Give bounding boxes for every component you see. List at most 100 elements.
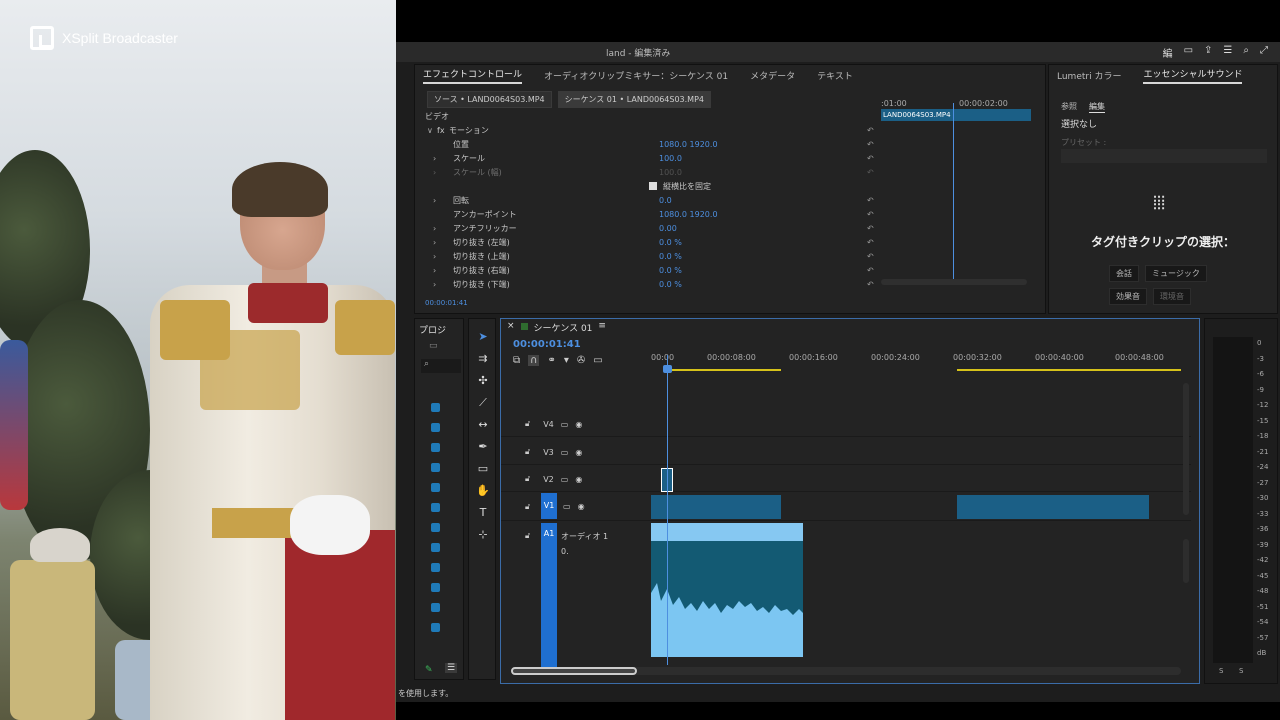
track-select-icon[interactable]: ⇉ [475, 351, 491, 367]
tab-metadata[interactable]: メタデータ [750, 69, 795, 82]
tab-lumetri-color[interactable]: Lumetri カラー [1057, 69, 1121, 82]
menu-icon[interactable]: ≡ [598, 321, 606, 334]
project-item-icon[interactable] [431, 403, 440, 412]
rectangle-tool-icon[interactable]: ▭ [475, 461, 491, 477]
project-item-icon[interactable] [431, 563, 440, 572]
reset-icon[interactable]: ↶ [867, 196, 874, 205]
pencil-icon[interactable]: ✎ [425, 665, 433, 675]
share-icon[interactable]: ⇪ [1204, 45, 1212, 60]
tab-text[interactable]: テキスト [817, 69, 853, 82]
chevron-right-icon[interactable]: › [433, 280, 436, 289]
search-icon[interactable]: ⌕ [1243, 45, 1249, 60]
selection-tool-icon[interactable]: ➤ [475, 329, 491, 345]
ambience-chip[interactable]: 環境音 [1153, 288, 1191, 305]
project-tab[interactable]: プロジ [419, 323, 446, 336]
solo-right[interactable]: S [1239, 667, 1243, 675]
snap-icon[interactable]: ∩ [528, 355, 540, 366]
project-search-input[interactable]: ⌕ [421, 359, 461, 373]
project-item-icon[interactable] [431, 543, 440, 552]
wrench-icon[interactable]: ✇ [577, 355, 585, 366]
chevron-right-icon[interactable]: › [433, 266, 436, 275]
mini-playhead[interactable] [953, 103, 954, 279]
hscroll-thumb[interactable] [511, 667, 637, 675]
chevron-right-icon[interactable]: › [433, 224, 436, 233]
chevron-right-icon[interactable]: › [433, 252, 436, 261]
chevron-right-icon[interactable]: › [433, 168, 436, 177]
close-icon[interactable]: × [507, 321, 515, 334]
project-item-icon[interactable] [431, 503, 440, 512]
reset-icon[interactable]: ↶ [867, 252, 874, 261]
video-vscroll[interactable] [1183, 383, 1189, 515]
lock-icon[interactable]: 🔓︎ [525, 474, 530, 484]
time-ruler[interactable]: 00:00 00:00:08:00 00:00:16:00 00:00:24:0… [651, 353, 1181, 375]
audio-vscroll[interactable] [1183, 539, 1189, 583]
edit-mode-icon[interactable]: 編 [1163, 45, 1173, 60]
film-icon[interactable]: ▭ [563, 502, 571, 511]
sequence-clip-button[interactable]: シーケンス 01 • LAND0064S03.MP4 [557, 91, 712, 108]
effect-mini-timeline[interactable]: :01:00 00:00:02:00 LAND0064S03.MP4 [881, 99, 1033, 311]
music-chip[interactable]: ミュージック [1145, 265, 1207, 282]
panel-layout-icon[interactable]: ▭ [1184, 45, 1193, 60]
tab-essential-sound[interactable]: エッセンシャルサウンド [1143, 67, 1243, 84]
subtab-edit[interactable]: 編集 [1089, 101, 1105, 113]
project-item-icon[interactable] [431, 523, 440, 532]
timeline-playhead[interactable] [667, 355, 668, 665]
eye-icon[interactable]: ◉ [575, 475, 582, 484]
reset-icon[interactable]: ↶ [867, 140, 874, 149]
folder-icon[interactable]: ▭ [429, 341, 438, 351]
reset-icon[interactable]: ↶ [867, 280, 874, 289]
tab-effect-controls[interactable]: エフェクトコントロール [423, 67, 523, 84]
project-item-icon[interactable] [431, 603, 440, 612]
dialogue-chip[interactable]: 会話 [1109, 265, 1139, 282]
pen-tool-icon[interactable]: ✒ [475, 439, 491, 455]
project-item-icon[interactable] [431, 443, 440, 452]
reset-icon[interactable]: ↶ [867, 224, 874, 233]
captions-icon[interactable]: ▭ [593, 355, 602, 366]
project-item-icon[interactable] [431, 463, 440, 472]
playhead-handle[interactable] [663, 365, 672, 373]
v1-clip[interactable] [651, 495, 781, 519]
list-view-icon[interactable]: ☰ [445, 663, 458, 673]
lock-icon[interactable]: 🔓︎ [525, 419, 530, 429]
film-icon[interactable]: ▭ [561, 448, 569, 457]
project-item-icon[interactable] [431, 483, 440, 492]
a1-target[interactable]: A1 [541, 523, 557, 669]
v1-target[interactable]: V1 [541, 493, 557, 519]
eye-icon[interactable]: ◉ [578, 502, 585, 511]
timeline-hscroll[interactable] [511, 667, 1181, 675]
source-clip-button[interactable]: ソース • LAND0064S03.MP4 [427, 91, 552, 108]
chevron-right-icon[interactable]: › [433, 154, 436, 163]
fullscreen-icon[interactable]: ⤢ [1260, 45, 1268, 60]
chevron-right-icon[interactable]: › [433, 196, 436, 205]
a1-clip[interactable] [651, 523, 803, 657]
preset-dropdown[interactable] [1061, 149, 1267, 163]
auto-reframe-icon[interactable]: ⊹ [475, 527, 491, 543]
project-item-icon[interactable] [431, 423, 440, 432]
subtab-browse[interactable]: 参照 [1061, 101, 1077, 113]
reset-icon[interactable]: ↶ [867, 154, 874, 163]
lock-icon[interactable]: 🔓︎ [525, 447, 530, 457]
solo-left[interactable]: S [1219, 667, 1223, 675]
razor-tool-icon[interactable]: ⟋ [475, 395, 491, 411]
marker-icon[interactable]: ▾ [564, 355, 569, 366]
work-area-bar[interactable] [667, 369, 781, 371]
reset-icon[interactable]: ↶ [867, 238, 874, 247]
linked-select-icon[interactable]: ⚭ [547, 355, 555, 366]
hand-tool-icon[interactable]: ✋ [475, 483, 491, 499]
film-icon[interactable]: ▭ [561, 420, 569, 429]
eye-icon[interactable]: ◉ [575, 420, 582, 429]
v1-clip-fx[interactable] [957, 495, 1149, 519]
sfx-chip[interactable]: 効果音 [1109, 288, 1147, 305]
lock-icon[interactable]: 🔓︎ [525, 502, 530, 512]
playhead-timecode[interactable]: 00:00:01:41 [513, 339, 581, 350]
uniform-scale-checkbox[interactable] [649, 182, 657, 190]
lock-icon[interactable]: 🔓︎ [525, 531, 530, 541]
tab-audio-clip-mixer[interactable]: オーディオクリップミキサー：シーケンス 01 [544, 69, 728, 82]
audio-volume[interactable]: 0. [561, 547, 569, 556]
chevron-down-icon[interactable]: ∨ [427, 126, 433, 135]
project-item-icon[interactable] [431, 583, 440, 592]
motion-row[interactable]: ∨ fx モーション ↶ [425, 123, 885, 137]
workspaces-icon[interactable]: ☰ [1223, 45, 1232, 60]
timeline-tab[interactable]: × シーケンス 01 ≡ [507, 321, 606, 334]
work-area-bar[interactable] [957, 369, 1181, 371]
